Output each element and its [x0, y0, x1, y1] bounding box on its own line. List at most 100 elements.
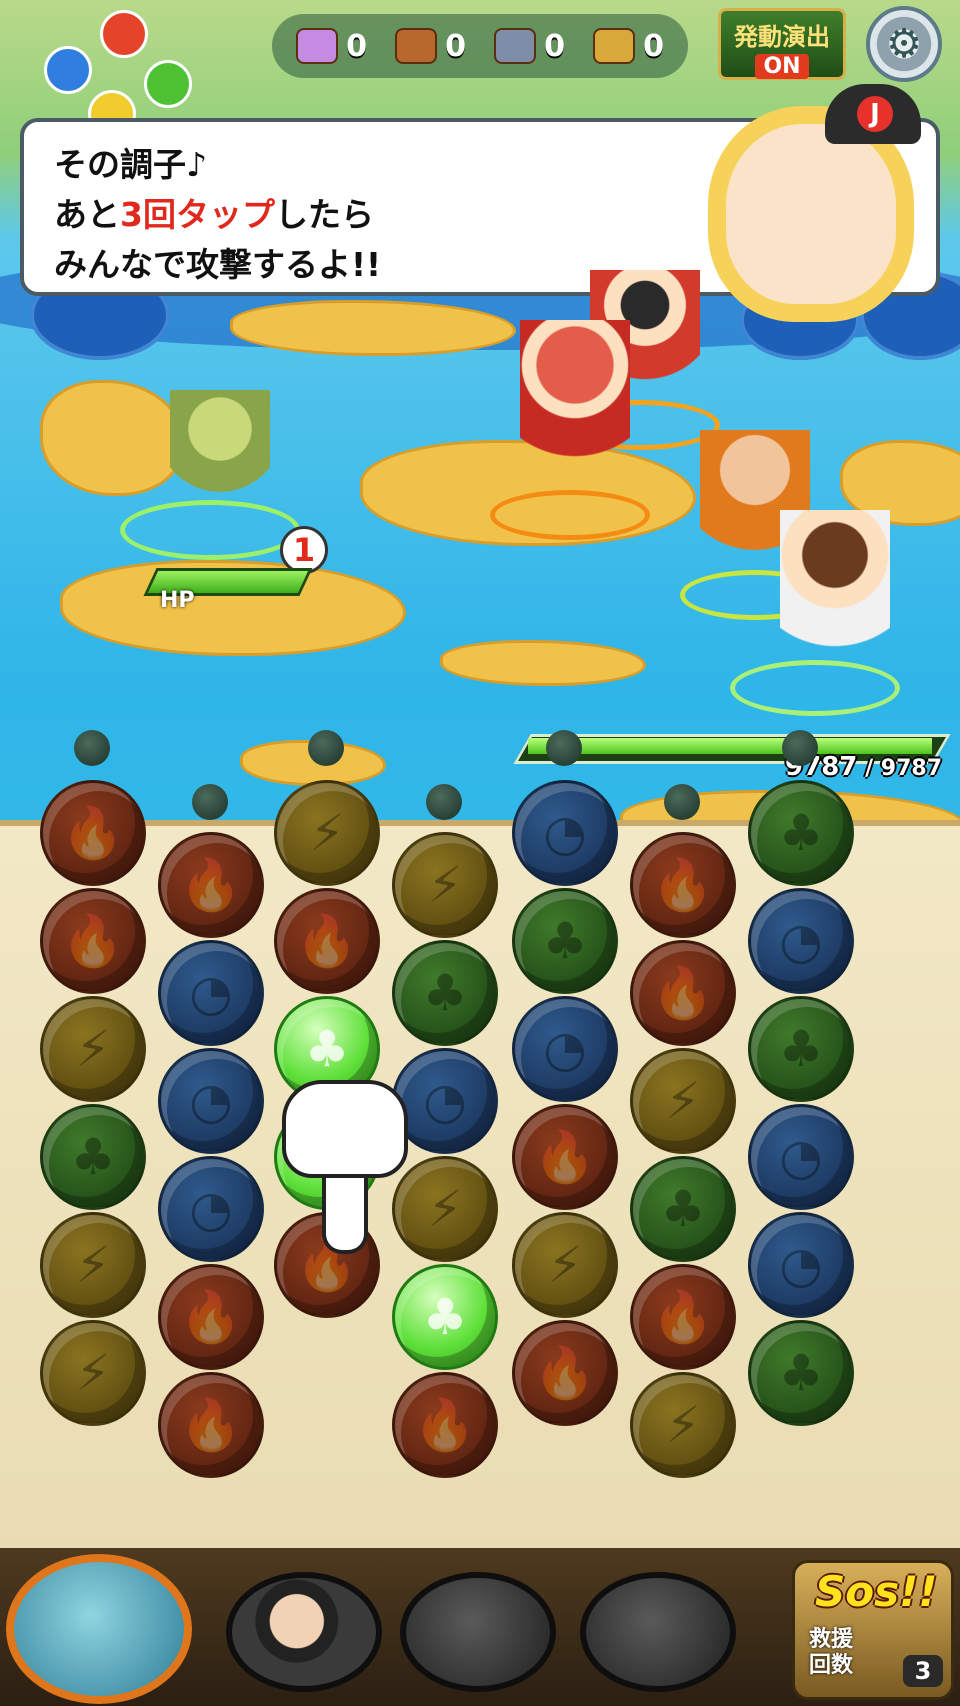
fire-orb[interactable]: 🔥	[512, 1104, 618, 1210]
water-orb[interactable]: ◔	[512, 780, 618, 886]
chest-count: 0	[544, 28, 565, 64]
leader-skill-button[interactable]	[6, 1554, 192, 1704]
water-glyph-icon: ◔	[189, 964, 233, 1022]
orb-spawn-point	[664, 784, 700, 820]
settings-button[interactable]: ⚙	[866, 6, 942, 82]
light-glyph-icon: ⚡	[665, 1396, 701, 1454]
wood-orb[interactable]: ♣	[630, 1156, 736, 1262]
fire-orb[interactable]: 🔥	[630, 832, 736, 938]
fire-orb[interactable]: 🔥	[40, 888, 146, 994]
ally-uraraka	[780, 510, 890, 690]
party-hp-bar: 9787 / 9787	[513, 734, 951, 782]
wood-orb[interactable]: ♣	[748, 996, 854, 1102]
orb-spawn-point	[546, 730, 582, 766]
wood-orb[interactable]: ♣	[40, 1104, 146, 1210]
fire-glyph-icon: 🔥	[651, 855, 715, 914]
light-glyph-icon: ⚡	[665, 1072, 701, 1130]
sos-title: Sos!!	[815, 1567, 938, 1616]
tutorial-pointer-hand-icon	[282, 1080, 408, 1260]
dialog-text: その調子♪ あと3回タップしたら みんなで攻撃するよ!!	[54, 140, 381, 290]
chest-counter: 0	[395, 28, 466, 64]
chest-count: 0	[346, 28, 367, 64]
fire-glyph-icon: 🔥	[533, 1343, 597, 1402]
fire-orb[interactable]: 🔥	[40, 780, 146, 886]
light-glyph-icon: ⚡	[75, 1020, 111, 1078]
wood-glyph-icon: ♣	[660, 1180, 706, 1238]
bronze-chest-icon	[395, 28, 438, 64]
light-orb[interactable]: ⚡	[40, 996, 146, 1102]
fire-glyph-icon: 🔥	[651, 963, 715, 1022]
water-glyph-icon: ◔	[779, 912, 823, 970]
water-glyph-icon: ◔	[189, 1180, 233, 1238]
light-orb[interactable]: ⚡	[40, 1212, 146, 1318]
fire-orb[interactable]: 🔥	[158, 1264, 264, 1370]
sos-label-line: 回数	[809, 1653, 854, 1678]
fire-orb[interactable]: 🔥	[392, 1372, 498, 1478]
effect-button-state: ON	[755, 54, 809, 79]
party-hp-max: 9787	[880, 756, 942, 781]
fire-glyph-icon: 🔥	[533, 1127, 597, 1186]
light-orb[interactable]: ⚡	[512, 1212, 618, 1318]
fire-orb[interactable]: 🔥	[512, 1320, 618, 1426]
chest-count: 0	[643, 28, 664, 64]
light-orb[interactable]: ⚡	[40, 1320, 146, 1426]
water-orb[interactable]: ◔	[158, 1156, 264, 1262]
attribute-cycle-icon	[44, 10, 194, 138]
chest-count: 0	[445, 28, 466, 64]
fire-orb[interactable]: 🔥	[630, 940, 736, 1046]
light-glyph-icon: ⚡	[427, 1180, 463, 1238]
party-slot-gintoki[interactable]	[226, 1572, 382, 1692]
skill-effect-toggle-button[interactable]: 発動演出 ON	[718, 8, 846, 80]
sos-label-line: 救援	[809, 1627, 854, 1652]
wood-glyph-icon: ♣	[422, 964, 468, 1022]
light-orb[interactable]: ⚡	[630, 1048, 736, 1154]
water-orb[interactable]: ◔	[158, 1048, 264, 1154]
chest-counter: 0	[296, 28, 367, 64]
fire-orb[interactable]: 🔥	[158, 832, 264, 938]
fire-orb[interactable]: 🔥	[274, 888, 380, 994]
ally-kagura	[520, 320, 630, 500]
water-orb[interactable]: ◔	[158, 940, 264, 1046]
light-orb[interactable]: ⚡	[392, 1156, 498, 1262]
light-orb[interactable]: ⚡	[274, 780, 380, 886]
light-glyph-icon: ⚡	[309, 804, 345, 862]
wood-orb[interactable]: ♣	[512, 888, 618, 994]
fire-glyph-icon: 🔥	[61, 911, 125, 970]
wood-orb[interactable]: ♣	[748, 1320, 854, 1426]
party-slot-empty[interactable]	[400, 1572, 556, 1692]
water-orb[interactable]: ◔	[748, 1104, 854, 1210]
dialog-line: あと3回タップしたら	[54, 190, 381, 240]
fire-orb[interactable]: 🔥	[630, 1264, 736, 1370]
wood-glyph-icon: ♣	[778, 1020, 824, 1078]
wood-glyph-icon: ♣	[778, 804, 824, 862]
wood-orb[interactable]: ♣	[392, 1264, 498, 1370]
water-glyph-icon: ◔	[189, 1072, 233, 1130]
water-orb[interactable]: ◔	[748, 1212, 854, 1318]
effect-button-label: 発動演出	[734, 23, 830, 51]
guide-character-portrait: J	[700, 84, 930, 304]
fire-glyph-icon: 🔥	[61, 803, 125, 862]
enemy-green-alien[interactable]	[170, 390, 270, 520]
water-orb[interactable]: ◔	[748, 888, 854, 994]
water-glyph-icon: ◔	[543, 1020, 587, 1078]
enemy-turn-counter: 1	[280, 526, 328, 574]
light-glyph-icon: ⚡	[427, 856, 463, 914]
water-orb[interactable]: ◔	[512, 996, 618, 1102]
silver-chest-icon	[494, 28, 537, 64]
dialog-text-part: したら	[274, 195, 374, 234]
j-badge-icon: J	[857, 96, 893, 132]
wood-orb[interactable]: ♣	[748, 780, 854, 886]
rainbow-chest-icon	[296, 28, 339, 64]
wood-orb[interactable]: ♣	[392, 940, 498, 1046]
fire-glyph-icon: 🔥	[179, 1395, 243, 1454]
party-hp-separator: /	[857, 756, 881, 781]
chest-counter-bar: 0 0 0 0	[272, 14, 688, 78]
fire-glyph-icon: 🔥	[179, 855, 243, 914]
light-orb[interactable]: ⚡	[392, 832, 498, 938]
fire-orb[interactable]: 🔥	[158, 1372, 264, 1478]
dialog-text-part: あと	[54, 195, 120, 234]
wood-glyph-icon: ♣	[542, 912, 588, 970]
light-orb[interactable]: ⚡	[630, 1372, 736, 1478]
party-slot-empty[interactable]	[580, 1572, 736, 1692]
sos-rescue-button[interactable]: Sos!! 救援 回数 3	[792, 1560, 954, 1700]
